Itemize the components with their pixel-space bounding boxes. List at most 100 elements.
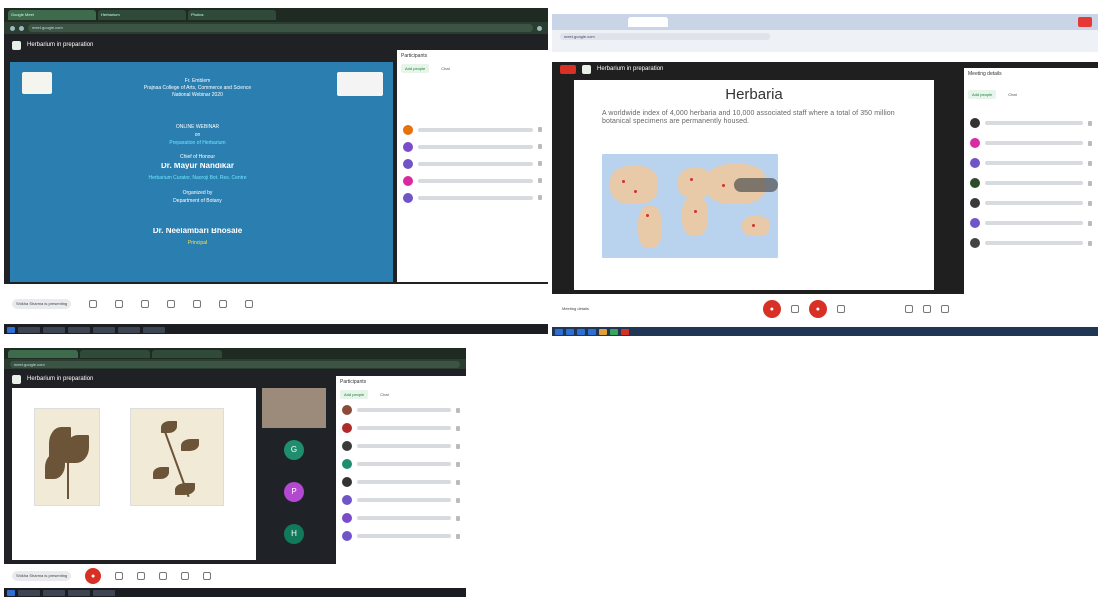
more-options-icon[interactable] (245, 300, 254, 308)
participant-video[interactable] (262, 388, 326, 428)
browser-tab[interactable] (628, 17, 668, 27)
start-icon[interactable] (555, 328, 563, 335)
back-icon[interactable] (10, 25, 15, 31)
camera-off-button[interactable]: ● (808, 300, 827, 318)
browser-tab[interactable] (8, 349, 78, 358)
taskbar-item[interactable] (93, 326, 115, 333)
present-icon[interactable] (203, 572, 212, 580)
add-people-button[interactable]: Add people (340, 390, 369, 399)
chat-button[interactable]: Chat (376, 390, 392, 399)
mic-icon[interactable] (456, 533, 460, 539)
participant-row[interactable] (964, 113, 1098, 133)
participant-row[interactable] (964, 153, 1098, 173)
chat-button[interactable]: Chat (437, 64, 453, 73)
taskbar-item[interactable] (93, 589, 115, 596)
hangup-icon[interactable] (115, 572, 124, 580)
mic-icon[interactable] (89, 300, 98, 308)
mic-icon[interactable] (456, 515, 460, 521)
zoom-control[interactable] (734, 178, 778, 192)
participant-row[interactable] (336, 509, 466, 527)
participant-row[interactable] (336, 419, 466, 437)
taskbar-item[interactable] (588, 328, 596, 335)
mic-icon[interactable] (538, 144, 542, 149)
start-icon[interactable] (7, 326, 15, 333)
mic-icon[interactable] (456, 443, 460, 449)
captions-icon[interactable] (167, 300, 176, 308)
participant-row[interactable] (397, 138, 548, 155)
browser-tab[interactable]: Photos (188, 10, 276, 20)
participant-row[interactable] (964, 193, 1098, 213)
start-icon[interactable] (7, 589, 15, 596)
mic-icon[interactable] (456, 461, 460, 467)
mic-off-button[interactable]: ● (762, 300, 781, 318)
more-options-icon[interactable] (836, 305, 845, 313)
present-icon[interactable] (940, 305, 949, 313)
raise-hand-icon[interactable] (904, 305, 913, 313)
taskbar-item[interactable] (18, 589, 40, 596)
url-field[interactable]: meet.google.com (560, 33, 770, 40)
mic-icon[interactable] (456, 425, 460, 431)
extension-icon[interactable] (537, 25, 542, 31)
url-field[interactable]: meet.google.com (10, 360, 460, 368)
chat-button[interactable]: Chat (1004, 90, 1020, 99)
taskbar-item[interactable] (143, 326, 165, 333)
captions-icon[interactable] (922, 305, 931, 313)
mic-icon[interactable] (456, 497, 460, 503)
taskbar-item[interactable] (577, 328, 585, 335)
participant-row[interactable] (336, 527, 466, 545)
taskbar-item[interactable] (18, 326, 40, 333)
participant-row[interactable] (964, 133, 1098, 153)
participant-row[interactable] (964, 233, 1098, 253)
mic-icon[interactable] (456, 479, 460, 485)
mic-icon[interactable] (538, 195, 542, 200)
add-people-button[interactable]: Add people (968, 90, 997, 99)
browser-tab[interactable] (80, 349, 150, 358)
participant-row[interactable] (397, 121, 548, 138)
mic-icon[interactable] (1088, 180, 1092, 186)
participant-tile[interactable]: H (262, 514, 326, 554)
participant-row[interactable] (964, 213, 1098, 233)
mic-icon[interactable] (1088, 200, 1092, 206)
browser-tab[interactable] (152, 349, 222, 358)
participant-row[interactable] (336, 455, 466, 473)
participant-tile[interactable]: G (262, 430, 326, 470)
hangup-icon[interactable] (115, 300, 124, 308)
captions-icon[interactable] (181, 572, 190, 580)
mic-icon[interactable] (538, 161, 542, 166)
close-icon[interactable] (1078, 17, 1092, 27)
mic-icon[interactable] (538, 127, 542, 132)
taskbar-item[interactable] (118, 326, 140, 333)
url-field[interactable]: meet.google.com (28, 24, 533, 32)
reload-icon[interactable] (19, 25, 24, 31)
participant-row[interactable] (964, 173, 1098, 193)
mic-icon[interactable] (1088, 140, 1092, 146)
participant-row[interactable] (336, 437, 466, 455)
raise-hand-icon[interactable] (193, 300, 202, 308)
mic-icon[interactable] (1088, 160, 1092, 166)
browser-tab[interactable]: Google Meet (8, 10, 96, 20)
participant-row[interactable] (397, 172, 548, 189)
camera-icon[interactable] (137, 572, 146, 580)
camera-icon[interactable] (141, 300, 150, 308)
add-people-button[interactable]: Add people (401, 64, 430, 73)
raise-hand-icon[interactable] (159, 572, 168, 580)
taskbar-item[interactable] (43, 326, 65, 333)
taskbar-item[interactable] (68, 589, 90, 596)
mic-off-button[interactable]: ● (85, 568, 102, 584)
present-icon[interactable] (219, 300, 228, 308)
meeting-details-button[interactable]: Meeting details (558, 304, 593, 314)
participant-row[interactable] (397, 155, 548, 172)
mic-icon[interactable] (456, 407, 460, 413)
hangup-icon[interactable] (790, 305, 799, 313)
mic-icon[interactable] (1088, 240, 1092, 246)
taskbar-item[interactable] (566, 328, 574, 335)
taskbar-item[interactable] (610, 328, 618, 335)
meeting-details-button[interactable]: Shikha Sharma is presenting (12, 299, 72, 309)
participant-row[interactable] (397, 189, 548, 206)
meeting-details-button[interactable]: Shikha Sharma is presenting (12, 571, 72, 581)
mic-icon[interactable] (1088, 220, 1092, 226)
browser-tab[interactable]: Herbarium (98, 10, 186, 20)
mic-icon[interactable] (1088, 120, 1092, 126)
participant-row[interactable] (336, 473, 466, 491)
participant-tile[interactable]: P (262, 472, 326, 512)
